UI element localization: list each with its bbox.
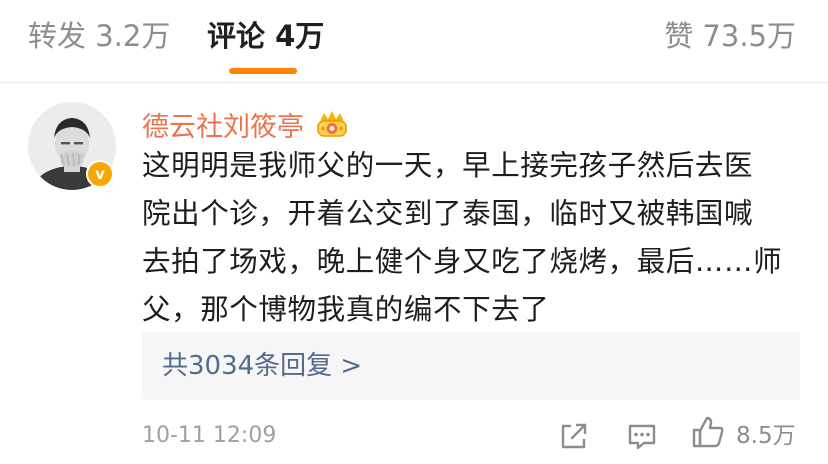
verified-badge: v: [86, 160, 114, 188]
divider: [0, 82, 828, 83]
tab-bar: 转发 3.2万 评论 4万 赞 73.5万: [0, 0, 828, 82]
view-replies-button[interactable]: 共3034条回复 >: [142, 332, 800, 400]
comment-line: 这明明是我师父的一天，早上接完孩子然后去医: [142, 149, 754, 182]
comment-icon[interactable]: [624, 418, 660, 454]
thumbs-up-icon[interactable]: [690, 414, 726, 450]
comment-text: 这明明是我师父的一天，早上接完孩子然后去医 院出个诊，开着公交到了泰国，临时又被…: [142, 142, 802, 334]
comment-page: 转发 3.2万 评论 4万 赞 73.5万 v 德云社刘筱亭 这明明是我师父的一…: [0, 0, 828, 464]
share-icon[interactable]: [556, 418, 592, 454]
comment-line: 去拍了场戏，晚上健个身又吃了烧烤，最后……师: [142, 245, 783, 278]
username-row: 德云社刘筱亭: [142, 104, 350, 144]
timestamp: 10-11 12:09: [142, 423, 277, 448]
tab-repost[interactable]: 转发 3.2万: [28, 16, 170, 56]
replies-count-label: 共3034条回复 >: [162, 351, 363, 381]
verified-v-icon: v: [88, 162, 112, 186]
active-tab-indicator: [229, 68, 297, 74]
username-link[interactable]: 德云社刘筱亭: [142, 105, 304, 144]
comment-line: 院出个诊，开着公交到了泰国，临时又被韩国喊: [142, 197, 754, 230]
crown-badge-icon[interactable]: [314, 109, 350, 139]
comment-line: 父，那个博物我真的编不下去了: [142, 293, 550, 326]
avatar-container[interactable]: v: [28, 102, 116, 190]
tab-like[interactable]: 赞 73.5万: [664, 16, 796, 56]
like-count: 8.5万: [736, 423, 796, 449]
tab-comment[interactable]: 评论 4万: [207, 16, 324, 56]
